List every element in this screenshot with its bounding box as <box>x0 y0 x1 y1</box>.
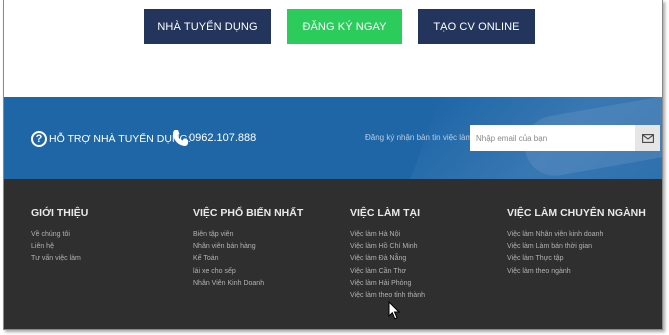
footer-link[interactable]: Việc làm Cần Thơ <box>350 266 425 278</box>
footer-link[interactable]: Việc làm Đà Nẵng <box>350 253 425 265</box>
footer-link[interactable]: Tư vấn việc làm <box>31 253 88 265</box>
footer-link[interactable]: Việc làm Hải Phòng <box>350 278 425 290</box>
footer-link[interactable]: Biên tập viên <box>193 229 303 241</box>
footer-link[interactable]: Liên hệ <box>31 241 88 253</box>
footer-link[interactable]: lái xe cho sếp <box>193 266 303 278</box>
footer-link[interactable]: Việc làm Hồ Chí Minh <box>350 241 425 253</box>
newsletter-email-input[interactable] <box>470 125 635 151</box>
footer-column-title: VIỆC LÀM CHUYÊN NGÀNH <box>507 207 646 219</box>
support-phone-number[interactable]: 0962.107.888 <box>189 132 256 144</box>
footer-link[interactable]: Nhân viên bán hàng <box>193 241 303 253</box>
footer-column-title: VIỆC PHỔ BIẾN NHẤT <box>193 207 304 219</box>
newsletter-submit-button[interactable] <box>635 125 660 151</box>
footer-column-jobs-by-field: VIỆC LÀM CHUYÊN NGÀNH Việc làm Nhân viên… <box>507 207 646 278</box>
envelope-icon <box>641 133 654 143</box>
mouse-cursor-icon <box>388 301 400 320</box>
footer-column-title: VIỆC LÀM TẠI <box>350 207 420 219</box>
footer-link[interactable]: Việc làm Hà Nội <box>350 229 425 241</box>
phone-icon <box>173 130 188 146</box>
support-label: HỖ TRỢ NHÀ TUYỂN DỤNG: <box>49 133 191 145</box>
newsletter-label: Đăng ký nhận bản tin việc làm <box>365 133 473 142</box>
cta-bar: NHÀ TUYỂN DỤNG ĐĂNG KÝ NGAY TẠO CV ONLIN… <box>4 0 662 97</box>
register-button[interactable]: ĐĂNG KÝ NGAY <box>287 9 402 44</box>
footer-link[interactable]: Kế Toán <box>193 253 303 265</box>
page-frame: NHÀ TUYỂN DỤNG ĐĂNG KÝ NGAY TẠO CV ONLIN… <box>3 0 663 330</box>
employer-button[interactable]: NHÀ TUYỂN DỤNG <box>144 9 271 44</box>
footer-link[interactable]: Việc làm Nhân viên kinh doanh <box>507 229 646 241</box>
footer-column-about: GIỚI THIỆU Về chúng tôi Liên hệ Tư vấn v… <box>31 207 88 266</box>
footer-column-title: GIỚI THIỆU <box>31 207 89 219</box>
support-bar: ? HỖ TRỢ NHÀ TUYỂN DỤNG: 0962.107.888 Đă… <box>4 97 662 179</box>
footer-column-jobs-by-location: VIỆC LÀM TẠI Việc làm Hà Nội Việc làm Hồ… <box>350 207 425 302</box>
footer-link[interactable]: Việc làm Làm bán thời gian <box>507 241 646 253</box>
footer-link[interactable]: Nhân Viên Kinh Doanh <box>193 278 303 290</box>
site-footer: GIỚI THIỆU Về chúng tôi Liên hệ Tư vấn v… <box>4 179 662 329</box>
footer-link[interactable]: Việc làm Thực tập <box>507 253 646 265</box>
create-cv-button[interactable]: TẠO CV ONLINE <box>418 9 535 44</box>
footer-column-popular-jobs: VIỆC PHỔ BIẾN NHẤT Biên tập viên Nhân vi… <box>193 207 303 290</box>
footer-link[interactable]: Về chúng tôi <box>31 229 88 241</box>
question-circle-icon: ? <box>31 131 47 147</box>
footer-link[interactable]: Việc làm theo ngành <box>507 266 646 278</box>
